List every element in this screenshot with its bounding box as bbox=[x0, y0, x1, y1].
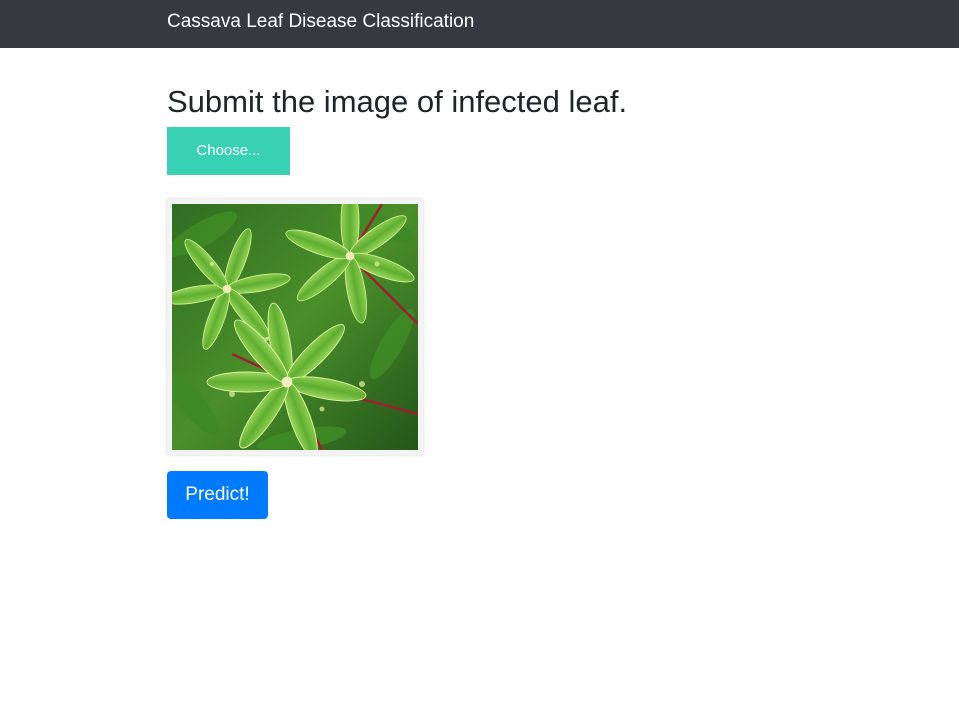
leaf-photo-image bbox=[172, 204, 418, 450]
navbar: Cassava Leaf Disease Classification bbox=[0, 0, 959, 48]
page-title: Submit the image of infected leaf. bbox=[167, 84, 628, 119]
predict-button[interactable]: Predict! bbox=[167, 471, 268, 519]
choose-file-button[interactable]: Choose... bbox=[167, 127, 290, 175]
navbar-brand[interactable]: Cassava Leaf Disease Classification bbox=[167, 10, 474, 34]
image-preview bbox=[167, 199, 423, 455]
